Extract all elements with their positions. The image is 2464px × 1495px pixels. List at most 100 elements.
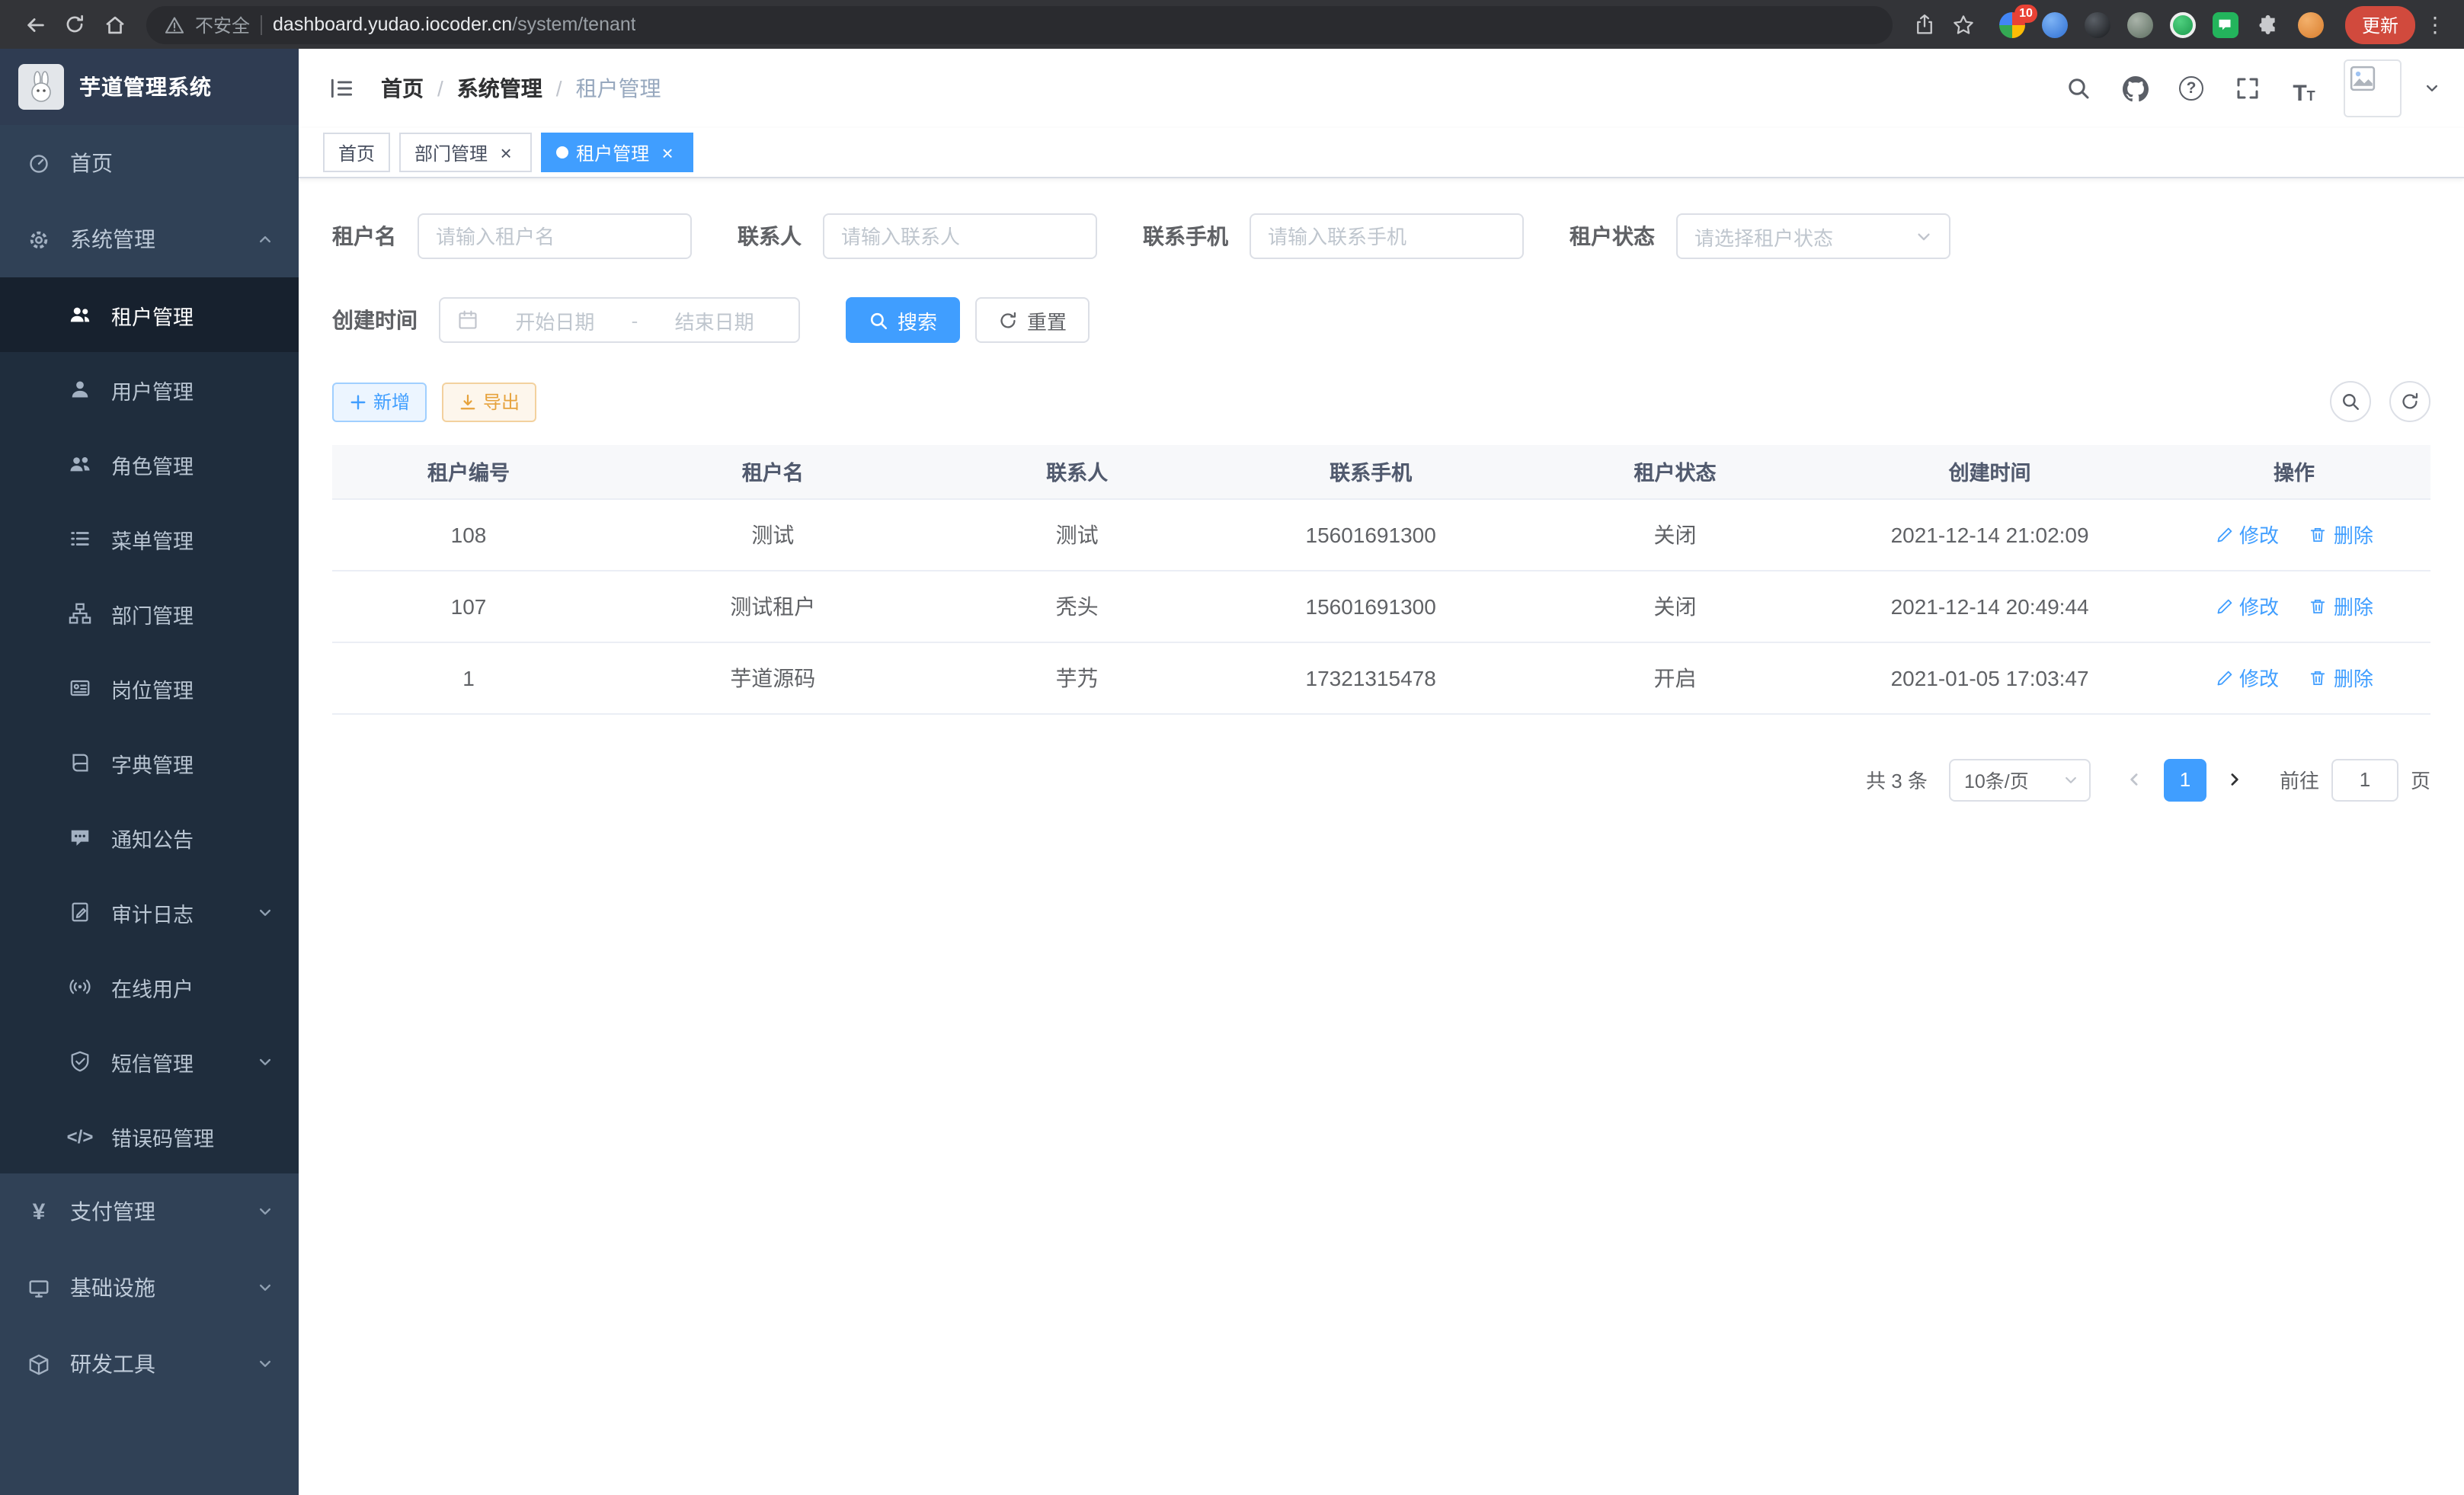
home-icon[interactable] (94, 5, 134, 44)
breadcrumb-separator: / (437, 76, 443, 101)
avatar-caret-icon[interactable] (2424, 81, 2440, 96)
page-number-1[interactable]: 1 (2164, 758, 2206, 801)
export-button[interactable]: 导出 (442, 382, 536, 421)
collapse-sidebar-icon[interactable] (323, 70, 360, 107)
edit-link-label: 修改 (2239, 663, 2279, 692)
sidebar-item-sms[interactable]: 短信管理 (0, 1024, 299, 1099)
update-button[interactable]: 更新 (2345, 5, 2415, 43)
breadcrumb-home[interactable]: 首页 (381, 73, 424, 104)
help-icon[interactable]: ? (2174, 72, 2208, 105)
refresh-button[interactable] (2389, 381, 2430, 422)
cell-actions: 修改 删除 (2158, 570, 2430, 642)
status-select[interactable]: 请选择租户状态 (1676, 213, 1950, 259)
delete-link[interactable]: 删除 (2309, 591, 2373, 620)
sidebar-item-dict[interactable]: 字典管理 (0, 725, 299, 800)
sidebar-item-system[interactable]: 系统管理 (0, 201, 299, 277)
edit-link[interactable]: 修改 (2215, 520, 2279, 549)
sidebar-item-label: 错误码管理 (111, 1121, 214, 1151)
prev-page-button[interactable] (2112, 758, 2158, 801)
sidebar-item-post[interactable]: 岗位管理 (0, 651, 299, 725)
toggle-search-button[interactable] (2330, 381, 2371, 422)
status-label: 租户状态 (1570, 221, 1655, 251)
col-tenant-id: 租户编号 (332, 445, 605, 498)
search-button[interactable]: 搜索 (846, 297, 960, 343)
extension-dark-icon[interactable] (2085, 11, 2110, 37)
tenant-table: 租户编号 租户名 联系人 联系手机 租户状态 创建时间 操作 108 测试 (332, 445, 2430, 714)
sidebar-item-infra[interactable]: 基础设施 (0, 1250, 299, 1326)
tab-home[interactable]: 首页 (323, 133, 390, 172)
sidebar-item-devtools[interactable]: 研发工具 (0, 1326, 299, 1402)
add-button-label: 新增 (373, 389, 410, 415)
date-range-picker[interactable]: 开始日期 - 结束日期 (439, 297, 800, 343)
delete-link[interactable]: 删除 (2309, 663, 2373, 692)
extension-badge: 10 (2014, 4, 2037, 22)
sidebar-item-payment[interactable]: ¥ 支付管理 (0, 1173, 299, 1250)
date-separator: - (632, 309, 638, 331)
logo-bar: 芋道管理系统 (0, 49, 299, 125)
tenant-name-input[interactable] (418, 213, 692, 259)
cell-actions: 修改 删除 (2158, 498, 2430, 570)
font-size-icon[interactable]: TT (2287, 72, 2321, 105)
extensions-puzzle-icon[interactable] (2255, 11, 2281, 37)
document-edit-icon (67, 899, 93, 925)
close-icon[interactable]: × (657, 142, 678, 163)
sidebar-item-tenant[interactable]: 租户管理 (0, 277, 299, 352)
avatar[interactable] (2344, 59, 2402, 117)
url-text[interactable]: dashboard.yudao.iocoder.cn/system/tenant (273, 14, 636, 35)
page-size-select[interactable]: 10条/页 (1949, 758, 2091, 801)
share-icon[interactable] (1905, 5, 1944, 44)
security-label[interactable]: 不安全 (195, 11, 250, 37)
warning-icon (165, 14, 184, 34)
app-logo (18, 64, 64, 110)
extension-green-circle-icon[interactable] (2170, 11, 2196, 37)
page-content: 租户名 联系人 联系手机 租户状态 请选择租户状态 (299, 178, 2464, 1495)
sidebar-item-label: 通知公告 (111, 822, 194, 853)
extension-colorful-icon[interactable]: 10 (1999, 11, 2025, 37)
goto-page-input[interactable] (2331, 758, 2398, 801)
sidebar-item-label: 角色管理 (111, 449, 194, 479)
extension-blue-icon[interactable] (2042, 11, 2068, 37)
sidebar-item-dept[interactable]: 部门管理 (0, 576, 299, 651)
edit-link[interactable]: 修改 (2215, 591, 2279, 620)
col-tenant-name: 租户名 (605, 445, 941, 498)
edit-link[interactable]: 修改 (2215, 663, 2279, 692)
reload-icon[interactable] (55, 5, 94, 44)
sidebar-item-label: 基础设施 (70, 1273, 155, 1303)
cell-tenant-name: 芋道源码 (605, 642, 941, 713)
col-status: 租户状态 (1528, 445, 1822, 498)
table-row: 107 测试租户 秃头 15601691300 关闭 2021-12-14 20… (332, 570, 2430, 642)
delete-link-label: 删除 (2334, 520, 2373, 549)
tenant-name-label: 租户名 (332, 221, 396, 251)
contact-input[interactable] (823, 213, 1097, 259)
bookmark-star-icon[interactable] (1944, 5, 1984, 44)
mobile-input[interactable] (1250, 213, 1524, 259)
profile-avatar-icon[interactable] (2298, 11, 2324, 37)
add-button[interactable]: 新增 (332, 382, 427, 421)
extension-chat-icon[interactable] (2213, 11, 2238, 37)
back-icon[interactable] (15, 5, 55, 44)
search-icon[interactable] (2062, 72, 2095, 105)
extension-gray-icon[interactable] (2127, 11, 2153, 37)
next-page-button[interactable] (2213, 758, 2258, 801)
sidebar-item-menu[interactable]: 菜单管理 (0, 501, 299, 576)
sidebar-item-online-users[interactable]: 在线用户 (0, 949, 299, 1024)
sidebar-item-error-code[interactable]: </> 错误码管理 (0, 1099, 299, 1173)
gear-icon (26, 226, 52, 252)
reset-button[interactable]: 重置 (975, 297, 1090, 343)
tab-tenant[interactable]: 租户管理 × (541, 133, 693, 172)
breadcrumb-system[interactable]: 系统管理 (457, 73, 542, 104)
fullscreen-icon[interactable] (2231, 72, 2264, 105)
chevron-up-icon (258, 232, 273, 247)
close-icon[interactable]: × (495, 142, 517, 163)
cell-contact: 芋艿 (941, 642, 1214, 713)
tab-dept[interactable]: 部门管理 × (399, 133, 532, 172)
github-icon[interactable] (2118, 72, 2152, 105)
sidebar-item-home[interactable]: 首页 (0, 125, 299, 201)
sidebar-item-notice[interactable]: 通知公告 (0, 800, 299, 875)
address-bar[interactable]: 不安全 dashboard.yudao.iocoder.cn/system/te… (146, 5, 1893, 43)
sidebar-item-role[interactable]: 角色管理 (0, 427, 299, 501)
delete-link[interactable]: 删除 (2309, 520, 2373, 549)
sidebar-item-audit-log[interactable]: 审计日志 (0, 875, 299, 949)
sidebar-item-user[interactable]: 用户管理 (0, 352, 299, 427)
chrome-menu-icon[interactable]: ⋮ (2415, 11, 2449, 37)
